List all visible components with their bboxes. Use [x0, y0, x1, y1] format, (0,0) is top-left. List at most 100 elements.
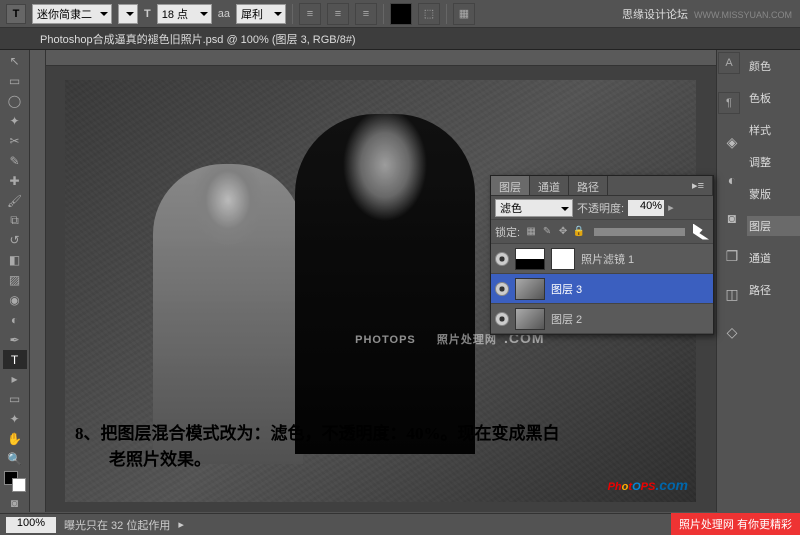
tutorial-caption: 8、把图层混合模式改为：滤色，不透明度：40%。现在变成黑白 老照片效果。 — [75, 421, 560, 472]
separator — [383, 4, 384, 24]
font-size-dropdown[interactable]: 18 点 — [157, 4, 212, 24]
pen-tool-icon[interactable]: ✒ — [3, 330, 27, 349]
layers-panel-tabs: 图层 通道 路径 ▸≡ — [491, 176, 713, 196]
opacity-flyout-icon[interactable]: ▸ — [668, 201, 674, 214]
layer-thumb[interactable] — [515, 248, 545, 270]
history-brush-tool-icon[interactable]: ↺ — [3, 231, 27, 250]
layer-thumb[interactable] — [515, 278, 545, 300]
align-right-icon[interactable]: ≡ — [355, 3, 377, 25]
heal-tool-icon[interactable]: ✚ — [3, 171, 27, 190]
character-dock-icon[interactable]: A — [718, 52, 740, 74]
tab-channels[interactable]: 通道 — [530, 176, 569, 195]
document-tab[interactable]: Photoshop合成逼真的褪色旧照片.psd @ 100% (图层 3, RG… — [0, 28, 800, 50]
brush-tool-icon[interactable]: 🖌 — [3, 191, 27, 210]
lasso-tool-icon[interactable]: ◯ — [3, 92, 27, 111]
channels-panel-icon[interactable]: ◫ — [720, 284, 744, 304]
align-left-icon[interactable]: ≡ — [299, 3, 321, 25]
lock-transparent-icon[interactable]: ▦ — [524, 225, 538, 239]
tab-layers[interactable]: 图层 — [491, 176, 530, 195]
panel-tab-color[interactable]: 颜色 — [747, 56, 800, 76]
quickmask-icon[interactable]: ◙ — [3, 493, 27, 512]
layer-name[interactable]: 图层 3 — [551, 281, 582, 297]
separator — [292, 4, 293, 24]
align-center-icon[interactable]: ≡ — [327, 3, 349, 25]
paragraph-dock-icon[interactable]: ¶ — [718, 92, 740, 114]
lock-label: 锁定: — [495, 224, 520, 240]
eyedropper-tool-icon[interactable]: ✎ — [3, 151, 27, 170]
opacity-value-input[interactable]: 40% — [628, 200, 664, 216]
separator — [446, 4, 447, 24]
site-brand: 思缘设计论坛WWW.MISSYUAN.COM — [622, 6, 792, 22]
layer-mask-thumb[interactable] — [551, 248, 575, 270]
stamp-tool-icon[interactable]: ⧉ — [3, 211, 27, 230]
hand-tool-icon[interactable]: ✋ — [3, 430, 27, 449]
panel-tab-layers[interactable]: 图层 — [747, 216, 800, 236]
color-swatches[interactable] — [4, 471, 26, 492]
visibility-toggle-icon[interactable] — [495, 252, 509, 266]
paths-panel-icon[interactable]: ◇ — [720, 322, 744, 342]
font-style-dropdown[interactable] — [118, 4, 138, 24]
panel-tab-swatches[interactable]: 色板 — [747, 88, 800, 108]
ruler-vertical — [30, 50, 46, 512]
layer-row[interactable]: 图层 3 — [491, 274, 713, 304]
character-panel-icon[interactable]: ▦ — [453, 3, 475, 25]
lock-all-icon[interactable]: 🔒 — [572, 225, 586, 239]
eraser-tool-icon[interactable]: ◧ — [3, 251, 27, 270]
text-color-swatch[interactable] — [390, 3, 412, 25]
panel-tab-adjustments[interactable]: 调整 — [747, 152, 800, 172]
photops-logo: PhotOPS.com — [608, 470, 688, 496]
visibility-toggle-icon[interactable] — [495, 282, 509, 296]
masks-panel-icon[interactable]: ◙ — [720, 208, 744, 228]
toolbox: ↖ ▭ ◯ ✦ ✂ ✎ ✚ 🖌 ⧉ ↺ ◧ ▨ ◉ ◐ ✒ T ▸ ▭ ✦ ✋ … — [0, 50, 30, 512]
panel-menu-icon[interactable]: ▸≡ — [684, 176, 713, 195]
path-select-tool-icon[interactable]: ▸ — [3, 370, 27, 389]
ruler-horizontal — [46, 50, 716, 66]
move-tool-icon[interactable]: ↖ — [3, 52, 27, 71]
lock-pixels-icon[interactable]: ✎ — [540, 225, 554, 239]
3d-tool-icon[interactable]: ✦ — [3, 410, 27, 429]
crop-tool-icon[interactable]: ✂ — [3, 132, 27, 151]
lock-buttons: ▦ ✎ ✥ 🔒 — [524, 225, 586, 239]
layers-panel-floating[interactable]: 图层 通道 路径 ▸≡ 滤色 不透明度: 40% ▸ 锁定: ▦ ✎ ✥ 🔒 照… — [490, 175, 714, 335]
layers-panel-icon[interactable]: ❐ — [720, 246, 744, 266]
panel-tab-styles[interactable]: 样式 — [747, 120, 800, 140]
photo-subject-woman — [153, 164, 303, 464]
zoom-level-input[interactable]: 100% — [6, 517, 56, 533]
layer-thumb[interactable] — [515, 308, 545, 330]
opacity-label: 不透明度: — [577, 200, 624, 216]
zoom-tool-icon[interactable]: 🔍 — [3, 450, 27, 469]
styles-panel-icon[interactable]: ◈ — [720, 132, 744, 152]
lock-position-icon[interactable]: ✥ — [556, 225, 570, 239]
font-family-dropdown[interactable]: 迷你简隶二 — [32, 4, 112, 24]
font-size-icon: T — [144, 8, 151, 20]
antialias-dropdown[interactable]: 犀利 — [236, 4, 286, 24]
shape-tool-icon[interactable]: ▭ — [3, 390, 27, 409]
panel-tab-channels[interactable]: 通道 — [747, 248, 800, 268]
active-tool-icon[interactable]: T — [6, 4, 26, 24]
status-flyout-icon[interactable]: ▸ — [178, 518, 184, 531]
layer-name[interactable]: 照片滤镜 1 — [581, 251, 634, 267]
visibility-toggle-icon[interactable] — [495, 312, 509, 326]
layer-name[interactable]: 图层 2 — [551, 311, 582, 327]
panel-tab-masks[interactable]: 蒙版 — [747, 184, 800, 204]
cursor-icon — [693, 224, 709, 240]
options-bar: T 迷你简隶二 T 18 点 aa 犀利 ≡ ≡ ≡ ⬚ ▦ 思缘设计论坛WWW… — [0, 0, 800, 28]
panel-tab-paths[interactable]: 路径 — [747, 280, 800, 300]
adjustments-panel-icon[interactable]: ◐ — [720, 170, 744, 190]
blend-mode-dropdown[interactable]: 滤色 — [495, 199, 573, 217]
type-tool-icon[interactable]: T — [3, 350, 27, 369]
blur-tool-icon[interactable]: ◉ — [3, 291, 27, 310]
fill-slider[interactable] — [594, 228, 685, 236]
layer-row[interactable]: 照片滤镜 1 — [491, 244, 713, 274]
status-info: 曝光只在 32 位起作用 — [64, 517, 170, 533]
gradient-tool-icon[interactable]: ▨ — [3, 271, 27, 290]
dodge-tool-icon[interactable]: ◐ — [3, 310, 27, 329]
warp-text-icon[interactable]: ⬚ — [418, 3, 440, 25]
right-dock: 🎨 ▦ ◈ ◐ ◙ ❐ ◫ ◇ 颜色 色板 样式 调整 蒙版 图层 通道 路径 — [716, 50, 800, 512]
antialias-label: aa — [218, 8, 230, 20]
wand-tool-icon[interactable]: ✦ — [3, 112, 27, 131]
layers-list: 照片滤镜 1 图层 3 图层 2 — [491, 244, 713, 334]
marquee-tool-icon[interactable]: ▭ — [3, 72, 27, 91]
tab-paths[interactable]: 路径 — [569, 176, 608, 195]
layer-row[interactable]: 图层 2 — [491, 304, 713, 334]
